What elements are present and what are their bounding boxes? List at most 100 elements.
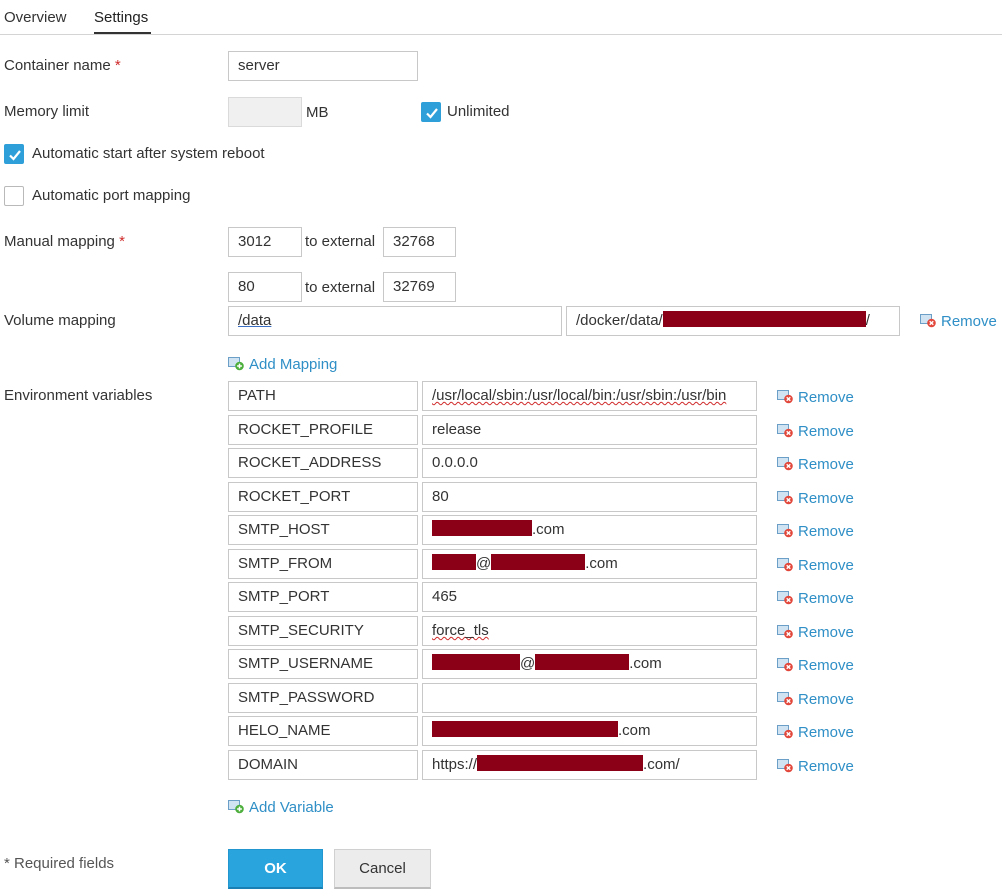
remove-variable-button[interactable]: Remove	[777, 389, 854, 406]
remove-icon	[777, 691, 794, 706]
add-icon	[228, 799, 245, 814]
env-value-input[interactable]: @ .com	[422, 549, 757, 579]
check-icon	[9, 150, 21, 161]
tab-settings[interactable]: Settings	[94, 9, 148, 26]
redacted-text	[491, 554, 586, 570]
internal-port-input[interactable]: 80	[228, 272, 302, 302]
remove-variable-button[interactable]: Remove	[777, 423, 854, 440]
memory-limit-input[interactable]	[228, 97, 302, 127]
memory-unit-label: MB	[306, 104, 329, 121]
tab-overview[interactable]: Overview	[4, 9, 67, 26]
remove-icon	[777, 490, 794, 505]
env-value-text: /usr/local/sbin:/usr/local/bin:/usr/sbin…	[432, 387, 727, 404]
env-value-text: 0.0.0.0	[432, 454, 478, 471]
remove-variable-button[interactable]: Remove	[777, 590, 854, 607]
env-name-input[interactable]: DOMAIN	[228, 750, 418, 780]
remove-icon	[777, 590, 794, 605]
env-value-text: @	[520, 655, 536, 672]
env-value-input[interactable]: @ .com	[422, 649, 757, 679]
env-value-input[interactable]: force_tls	[422, 616, 757, 646]
remove-icon	[777, 657, 794, 672]
redacted-text	[662, 311, 866, 327]
env-value-input[interactable]: .com	[422, 515, 757, 545]
env-value-text: .com	[618, 722, 651, 739]
cancel-button[interactable]: Cancel	[334, 849, 431, 889]
redacted-text	[432, 654, 520, 670]
ok-button[interactable]: OK	[228, 849, 323, 889]
env-value-text: @	[476, 555, 492, 572]
auto-start-checkbox[interactable]	[4, 144, 24, 164]
volume-mapping-label: Volume mapping	[4, 312, 116, 329]
remove-icon	[777, 523, 794, 538]
env-value-text: .com/	[643, 756, 680, 773]
env-name-input[interactable]: SMTP_PASSWORD	[228, 683, 418, 713]
remove-variable-button[interactable]: Remove	[777, 490, 854, 507]
env-value-text: 465	[432, 588, 458, 605]
add-mapping-button[interactable]: Add Mapping	[228, 356, 337, 373]
volume-source-input[interactable]: /data	[228, 306, 562, 336]
unlimited-checkbox[interactable]	[421, 102, 441, 122]
remove-variable-button[interactable]: Remove	[777, 758, 854, 775]
env-value-input[interactable]: 465	[422, 582, 757, 612]
remove-variable-button[interactable]: Remove	[777, 657, 854, 674]
tabs-divider	[0, 34, 1002, 35]
env-name-input[interactable]: ROCKET_ADDRESS	[228, 448, 418, 478]
env-name-input[interactable]: SMTP_USERNAME	[228, 649, 418, 679]
container-name-input[interactable]: server	[228, 51, 418, 81]
remove-volume-button[interactable]: Remove	[920, 313, 997, 330]
env-value-text: force_tls	[432, 622, 489, 639]
env-name-input[interactable]: PATH	[228, 381, 418, 411]
redacted-text	[535, 654, 630, 670]
check-icon	[426, 108, 438, 119]
remove-variable-button[interactable]: Remove	[777, 456, 854, 473]
manual-mapping-label: Manual mapping *	[4, 233, 125, 250]
env-value-text: .com	[532, 521, 565, 538]
to-external-label: to external	[305, 279, 376, 296]
add-icon	[228, 356, 245, 371]
env-name-input[interactable]: SMTP_SECURITY	[228, 616, 418, 646]
remove-variable-button[interactable]: Remove	[777, 624, 854, 641]
remove-icon	[777, 456, 794, 471]
container-name-label: Container name *	[4, 57, 121, 74]
env-value-input[interactable]: .com	[422, 716, 757, 746]
remove-variable-button[interactable]: Remove	[777, 691, 854, 708]
add-variable-button[interactable]: Add Variable	[228, 799, 334, 816]
remove-icon	[777, 624, 794, 639]
env-value-input[interactable]: https:// .com/	[422, 750, 757, 780]
env-value-text: release	[432, 421, 482, 438]
env-value-input[interactable]	[422, 683, 757, 713]
volume-target-input[interactable]: /docker/data/ /	[566, 306, 900, 336]
env-value-input[interactable]: /usr/local/sbin:/usr/local/bin:/usr/sbin…	[422, 381, 757, 411]
memory-limit-label: Memory limit	[4, 103, 89, 120]
env-name-input[interactable]: SMTP_FROM	[228, 549, 418, 579]
volume-target-prefix: /docker/data/	[576, 312, 663, 329]
env-value-text: .com	[629, 655, 662, 672]
auto-start-label: Automatic start after system reboot	[32, 145, 265, 162]
internal-port-input[interactable]: 3012	[228, 227, 302, 257]
external-port-input[interactable]: 32769	[383, 272, 456, 302]
auto-port-checkbox[interactable]	[4, 186, 24, 206]
env-name-input[interactable]: ROCKET_PROFILE	[228, 415, 418, 445]
remove-icon	[920, 313, 937, 328]
env-variables-label: Environment variables	[4, 387, 153, 404]
env-value-input[interactable]: release	[422, 415, 757, 445]
env-name-input[interactable]: SMTP_HOST	[228, 515, 418, 545]
redacted-text	[432, 721, 618, 737]
external-port-input[interactable]: 32768	[383, 227, 456, 257]
remove-variable-button[interactable]: Remove	[777, 557, 854, 574]
env-value-text: 80	[432, 488, 449, 505]
env-value-input[interactable]: 0.0.0.0	[422, 448, 757, 478]
env-name-input[interactable]: SMTP_PORT	[228, 582, 418, 612]
env-value-input[interactable]: 80	[422, 482, 757, 512]
to-external-label: to external	[305, 233, 376, 250]
unlimited-label: Unlimited	[447, 103, 510, 120]
env-value-text: .com	[585, 555, 618, 572]
env-name-input[interactable]: HELO_NAME	[228, 716, 418, 746]
env-value-text: https://	[432, 756, 478, 773]
remove-variable-button[interactable]: Remove	[777, 724, 854, 741]
remove-icon	[777, 724, 794, 739]
remove-variable-button[interactable]: Remove	[777, 523, 854, 540]
remove-icon	[777, 758, 794, 773]
volume-target-suffix: /	[865, 312, 870, 329]
env-name-input[interactable]: ROCKET_PORT	[228, 482, 418, 512]
